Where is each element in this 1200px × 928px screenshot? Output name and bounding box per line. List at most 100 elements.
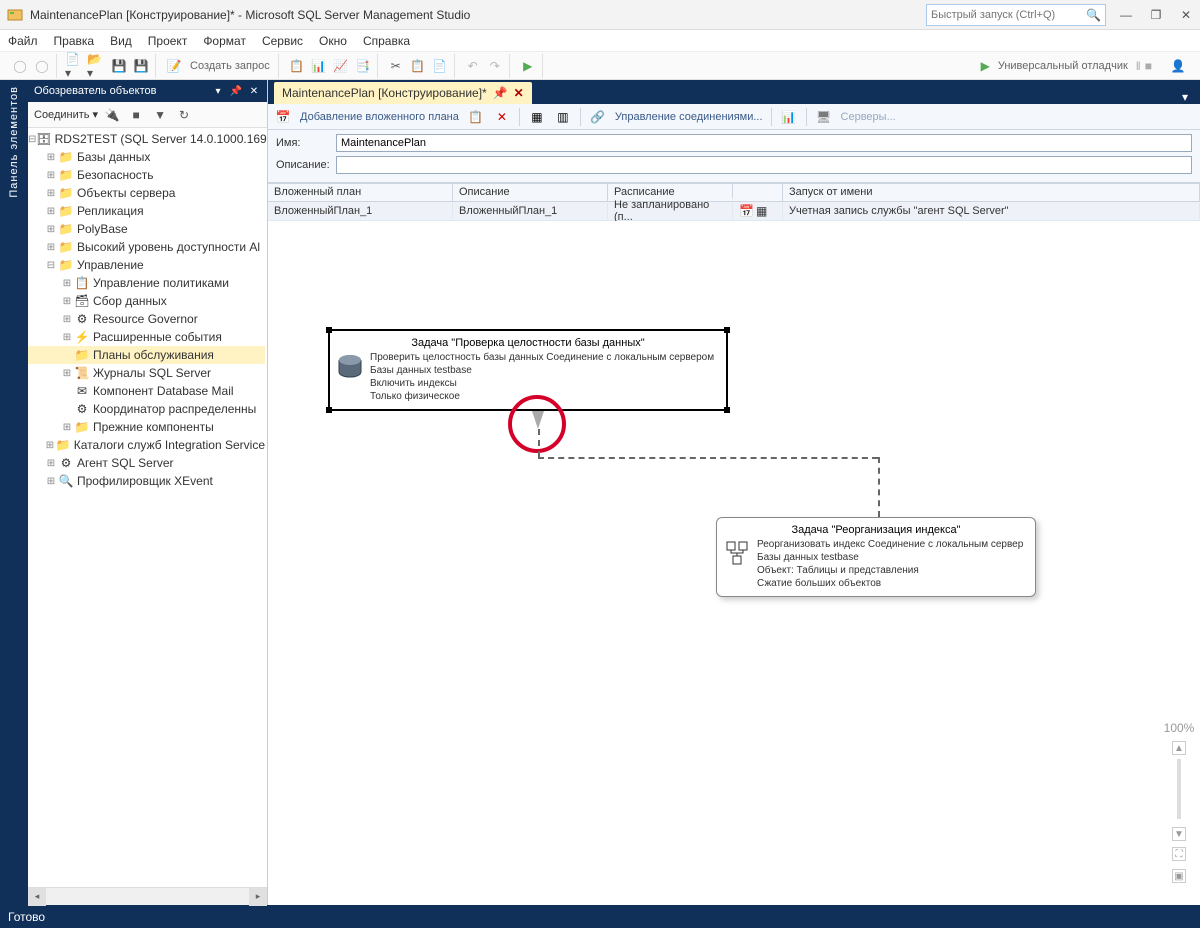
new-file-icon[interactable]: 📄▾ — [65, 56, 85, 76]
col-subplan[interactable]: Вложенный план — [268, 184, 453, 201]
query-type-icon[interactable]: 📋 — [287, 56, 307, 76]
vertical-tab-toolbox[interactable]: Панель элементов — [0, 80, 28, 905]
add-subplan-label[interactable]: Добавление вложенного плана — [300, 111, 459, 123]
menu-edit[interactable]: Правка — [54, 34, 95, 48]
tree-legacy[interactable]: ⊞📁Прежние компоненты — [28, 418, 265, 436]
zoom-up-icon[interactable]: ▲ — [1172, 741, 1186, 755]
tree-sql-logs[interactable]: ⊞📜Журналы SQL Server — [28, 364, 265, 382]
col-desc[interactable]: Описание — [453, 184, 608, 201]
refresh-icon[interactable]: ↻ — [174, 105, 194, 125]
plan-desc-input[interactable] — [336, 156, 1192, 174]
tree-resource-governor[interactable]: ⊞⚙Resource Governor — [28, 310, 265, 328]
tab-dropdown-icon[interactable]: ▾ — [1182, 90, 1188, 104]
menu-view[interactable]: Вид — [110, 34, 132, 48]
save-all-icon[interactable]: 💾 — [131, 56, 151, 76]
grid-icon[interactable]: ▦ — [528, 108, 546, 126]
cell-subplan[interactable]: ВложенныйПлан_1 — [268, 203, 453, 219]
stop-icon[interactable]: ■ — [126, 105, 146, 125]
tree-server-objects[interactable]: ⊞📁Объекты сервера — [28, 184, 265, 202]
plan-name-input[interactable] — [336, 134, 1192, 152]
folder-icon: 📁 — [56, 437, 71, 453]
menu-format[interactable]: Формат — [203, 34, 246, 48]
menu-project[interactable]: Проект — [148, 34, 188, 48]
task-reorganize-index[interactable]: Задача "Реорганизация индекса" Реорганиз… — [716, 517, 1036, 597]
query-type-icon2[interactable]: 📊 — [309, 56, 329, 76]
tree-high-availability[interactable]: ⊞📁Высокий уровень доступности Al — [28, 238, 265, 256]
copy-icon[interactable]: 📋 — [408, 56, 428, 76]
cell-runas[interactable]: Учетная запись службы "агент SQL Server" — [783, 203, 1200, 219]
tree-maintenance-plans[interactable]: 📁Планы обслуживания — [28, 346, 265, 364]
object-tree[interactable]: ⊟🗄RDS2TEST (SQL Server 14.0.1000.169 - A… — [28, 128, 267, 887]
panel-pin-icon[interactable]: 📌 — [229, 84, 243, 98]
close-button[interactable]: ✕ — [1178, 7, 1194, 23]
tree-polybase[interactable]: ⊞📁PolyBase — [28, 220, 265, 238]
tree-security[interactable]: ⊞📁Безопасность — [28, 166, 265, 184]
panel-dropdown-icon[interactable]: ▾ — [211, 84, 225, 98]
grid2-icon[interactable]: ▥ — [554, 108, 572, 126]
debugger-label[interactable]: Универсальный отладчик — [994, 60, 1132, 72]
menu-window[interactable]: Окно — [319, 34, 347, 48]
remove-schedule-icon[interactable]: ▦ — [756, 204, 767, 218]
tree-replication[interactable]: ⊞📁Репликация — [28, 202, 265, 220]
servers-icon[interactable]: 🖥 — [815, 108, 833, 126]
zoom-slider[interactable] — [1177, 759, 1181, 819]
query-type-icon4[interactable]: 📑 — [353, 56, 373, 76]
col-runas[interactable]: Запуск от имени — [783, 184, 1200, 201]
scroll-left-icon[interactable]: ◂ — [28, 888, 46, 906]
menu-file[interactable]: Файл — [8, 34, 38, 48]
quick-launch-input[interactable] — [931, 9, 1086, 21]
add-subplan-icon[interactable]: 📅 — [274, 108, 292, 126]
tree-dist-coord[interactable]: ⚙Координатор распределенны — [28, 400, 265, 418]
tree-management[interactable]: ⊟📁Управление — [28, 256, 265, 274]
tree-agent[interactable]: ⊞⚙Агент SQL Server — [28, 454, 265, 472]
tab-close-icon[interactable]: ✕ — [514, 86, 524, 100]
filter-icon[interactable]: ▼ — [150, 105, 170, 125]
zoom-down-icon[interactable]: ▼ — [1172, 827, 1186, 841]
pin-icon[interactable]: 📌 — [493, 86, 508, 100]
document-tab[interactable]: MaintenancePlan [Конструирование]* 📌 ✕ — [274, 82, 532, 104]
designer-canvas[interactable]: Задача "Проверка целостности базы данных… — [268, 221, 1200, 905]
quick-launch-box[interactable]: 🔍 — [926, 4, 1106, 26]
tree-policies[interactable]: ⊞📋Управление политиками — [28, 274, 265, 292]
tree-hscroll[interactable]: ◂ ▸ — [28, 887, 267, 905]
minimize-button[interactable]: — — [1118, 7, 1134, 23]
zoom-fit-icon[interactable]: ⛶ — [1172, 847, 1186, 861]
scroll-right-icon[interactable]: ▸ — [249, 888, 267, 906]
panel-close-icon[interactable]: ✕ — [247, 84, 261, 98]
tree-xevent-profiler[interactable]: ⊞🔍Профилировщик XEvent — [28, 472, 265, 490]
debugger-pause-icon: ‖ — [1136, 59, 1141, 73]
cut-icon[interactable]: ✂ — [386, 56, 406, 76]
subplan-props-icon[interactable]: 📋 — [467, 108, 485, 126]
save-icon[interactable]: 💾 — [109, 56, 129, 76]
document-tab-title: MaintenancePlan [Конструирование]* — [282, 86, 487, 100]
subplan-row[interactable]: ВложенныйПлан_1 ВложенныйПлан_1 Не запла… — [268, 202, 1200, 221]
tree-integration[interactable]: ⊞📁Каталоги служб Integration Service — [28, 436, 265, 454]
tree-extended-events[interactable]: ⊞⚡Расширенные события — [28, 328, 265, 346]
zoom-region-icon[interactable]: ▣ — [1172, 869, 1186, 883]
menu-service[interactable]: Сервис — [262, 34, 303, 48]
manage-connections-label[interactable]: Управление соединениями... — [615, 111, 763, 123]
activity-icon[interactable]: 👤 — [1168, 56, 1188, 76]
delete-subplan-icon[interactable]: ✕ — [493, 108, 511, 126]
search-icon[interactable]: 🔍 — [1086, 8, 1101, 22]
cell-schedule-btns[interactable]: 📅▦ — [733, 202, 783, 220]
tree-db-mail[interactable]: ✉Компонент Database Mail — [28, 382, 265, 400]
paste-icon[interactable]: 📄 — [430, 56, 450, 76]
calendar-icon[interactable]: 📅 — [739, 204, 754, 218]
cell-desc[interactable]: ВложенныйПлан_1 — [453, 203, 608, 219]
query-type-icon3[interactable]: 📈 — [331, 56, 351, 76]
play-icon[interactable]: ▶ — [518, 56, 538, 76]
debugger-icon[interactable]: ▶ — [981, 59, 990, 73]
tree-server[interactable]: ⊟🗄RDS2TEST (SQL Server 14.0.1000.169 - A — [28, 130, 265, 148]
connect-button[interactable]: Соединить ▾ — [34, 108, 98, 121]
tree-data-collection[interactable]: ⊞🗃Сбор данных — [28, 292, 265, 310]
open-icon[interactable]: 📂▾ — [87, 56, 107, 76]
new-query-icon[interactable]: 📝 — [164, 56, 184, 76]
tree-databases[interactable]: ⊞📁Базы данных — [28, 148, 265, 166]
new-query-label[interactable]: Создать запрос — [186, 60, 274, 72]
menu-help[interactable]: Справка — [363, 34, 410, 48]
restore-button[interactable]: ❐ — [1148, 7, 1164, 23]
disconnect-icon[interactable]: 🔌 — [102, 105, 122, 125]
connections-icon[interactable]: 🔗 — [589, 108, 607, 126]
report-icon[interactable]: 📊 — [780, 108, 798, 126]
